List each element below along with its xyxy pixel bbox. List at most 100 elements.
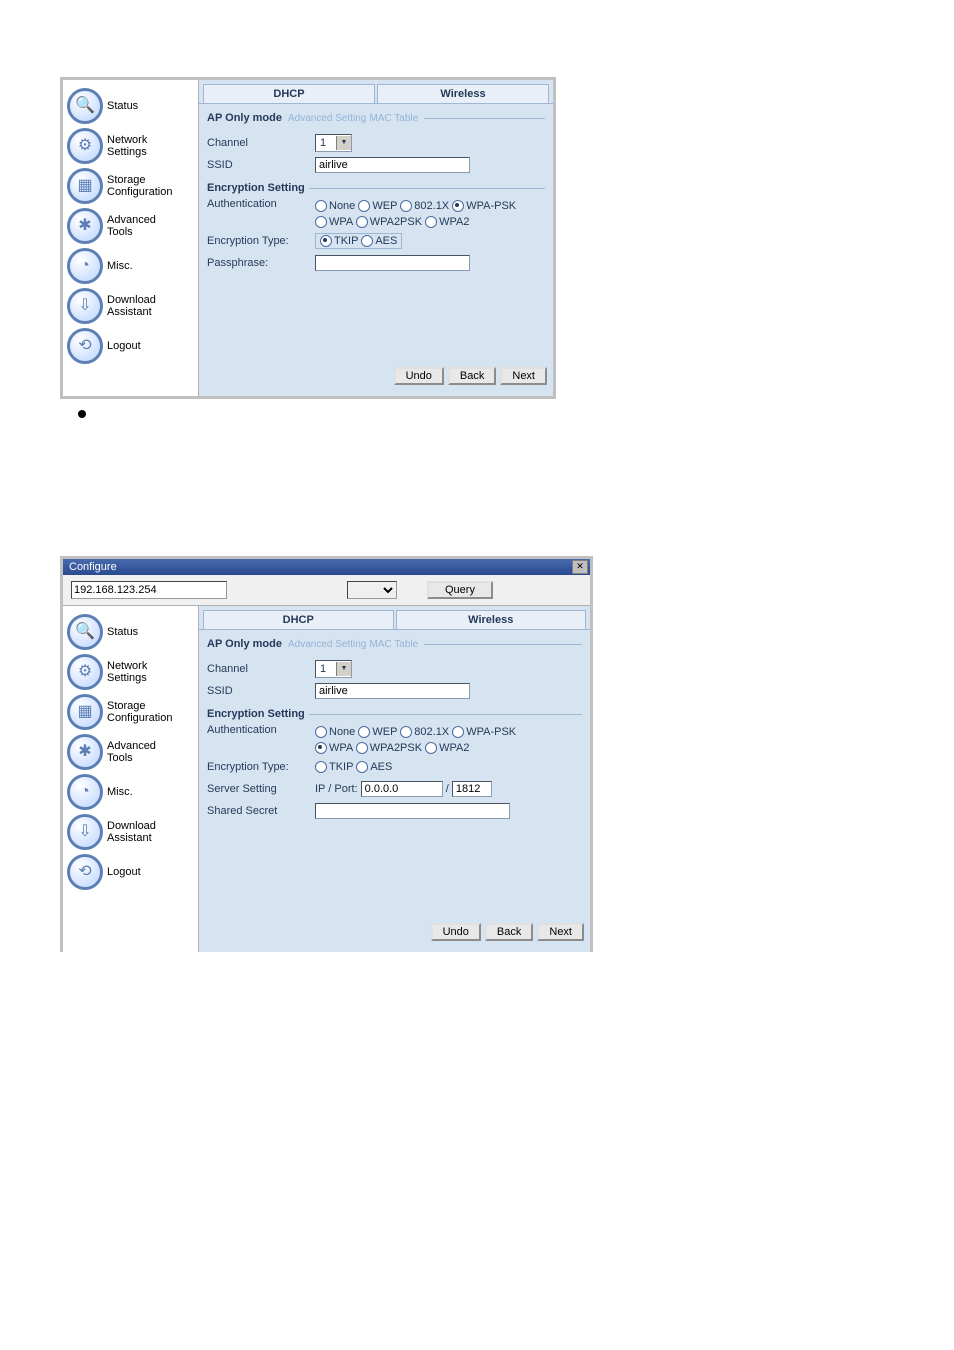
query-bar: Query xyxy=(63,575,590,605)
tab-dhcp[interactable]: DHCP xyxy=(203,610,394,629)
tab-dhcp[interactable]: DHCP xyxy=(203,84,375,103)
storage-icon: ▦ xyxy=(77,704,92,720)
passphrase-input[interactable] xyxy=(315,255,470,271)
radio-wpa[interactable] xyxy=(315,216,327,228)
shared-secret-input[interactable] xyxy=(315,803,510,819)
sidebar-item-logout[interactable]: ⟲ Logout xyxy=(63,852,198,892)
sidebar-item-status[interactable]: 🔍 Status xyxy=(63,86,198,126)
sidebar-item-advanced[interactable]: ✱ Advanced Tools xyxy=(63,732,198,772)
sidebar-item-network[interactable]: ⚙ Network Settings xyxy=(63,126,198,166)
router-panel-2: Configure ✕ Query 🔍 Status ⚙ Network Set… xyxy=(60,556,593,952)
sidebar-item-label: Network Settings xyxy=(107,134,147,158)
encryption-title: Encryption Setting xyxy=(207,182,305,194)
radio-8021x[interactable] xyxy=(400,726,412,738)
sidebar-item-label: Status xyxy=(107,626,138,638)
server-setting-label: Server Setting xyxy=(207,783,307,795)
radio-aes[interactable] xyxy=(361,235,373,247)
undo-button[interactable]: Undo xyxy=(431,923,481,941)
network-icon: ⚙ xyxy=(78,664,92,680)
misc-icon: ◔ xyxy=(80,784,90,800)
enctype-label: Encryption Type: xyxy=(207,235,307,247)
server-ip-input[interactable] xyxy=(361,781,443,797)
radio-wpa[interactable] xyxy=(315,742,327,754)
sidebar-item-download[interactable]: ⇩ Download Assistant xyxy=(63,286,198,326)
bullet-icon xyxy=(78,410,86,418)
sidebar: 🔍 Status ⚙ Network Settings ▦ Storage Co… xyxy=(63,80,198,396)
sidebar-item-label: Network Settings xyxy=(107,660,147,684)
radio-wpa2[interactable] xyxy=(425,216,437,228)
next-button[interactable]: Next xyxy=(537,923,584,941)
sidebar: 🔍 Status ⚙ Network Settings ▦ Storage Co… xyxy=(63,606,198,952)
sidebar-item-storage[interactable]: ▦ Storage Configuration xyxy=(63,692,198,732)
radio-none[interactable] xyxy=(315,726,327,738)
sidebar-item-label: Storage Configuration xyxy=(107,174,172,198)
tab-wireless[interactable]: Wireless xyxy=(377,84,549,103)
ipport-sep: / xyxy=(446,783,449,795)
radio-wpa2[interactable] xyxy=(425,742,437,754)
window-title: Configure xyxy=(65,561,117,573)
close-button[interactable]: ✕ xyxy=(572,560,588,574)
mode-label: AP Only mode xyxy=(207,112,282,124)
link-mac-table[interactable]: MAC Table xyxy=(369,639,418,650)
sidebar-item-misc[interactable]: ◔ Misc. xyxy=(63,246,198,286)
link-mac-table[interactable]: MAC Table xyxy=(369,113,418,124)
query-button[interactable]: Query xyxy=(427,581,493,599)
ssid-label: SSID xyxy=(207,159,307,171)
logout-icon: ⟲ xyxy=(78,864,91,880)
server-port-input[interactable] xyxy=(452,781,492,797)
sidebar-item-misc[interactable]: ◔ Misc. xyxy=(63,772,198,812)
channel-select[interactable]: 1 ▼ xyxy=(315,134,352,152)
sidebar-item-status[interactable]: 🔍 Status xyxy=(63,612,198,652)
sidebar-item-download[interactable]: ⇩ Download Assistant xyxy=(63,812,198,852)
ip-input[interactable] xyxy=(71,581,227,599)
misc-icon: ◔ xyxy=(80,258,90,274)
ssid-input[interactable] xyxy=(315,683,470,699)
sidebar-item-advanced[interactable]: ✱ Advanced Tools xyxy=(63,206,198,246)
status-icon: 🔍 xyxy=(75,98,95,114)
radio-wpapsk[interactable] xyxy=(452,200,464,212)
radio-aes[interactable] xyxy=(356,761,368,773)
undo-button[interactable]: Undo xyxy=(394,367,444,385)
channel-value: 1 xyxy=(316,663,336,675)
radio-wep[interactable] xyxy=(358,200,370,212)
radio-8021x[interactable] xyxy=(400,200,412,212)
status-icon: 🔍 xyxy=(75,624,95,640)
ssid-input[interactable] xyxy=(315,157,470,173)
sidebar-item-label: Misc. xyxy=(107,260,133,272)
sidebar-item-label: Logout xyxy=(107,340,141,352)
auth-label: Authentication xyxy=(207,724,307,736)
mode-label: AP Only mode xyxy=(207,638,282,650)
auth-label: Authentication xyxy=(207,198,307,210)
query-select[interactable] xyxy=(347,581,397,599)
content-area: DHCP Wireless AP Only mode Advanced Sett… xyxy=(198,606,590,952)
radio-wpa2psk[interactable] xyxy=(356,216,368,228)
titlebar: Configure ✕ xyxy=(63,559,590,575)
radio-tkip[interactable] xyxy=(320,235,332,247)
back-button[interactable]: Back xyxy=(448,367,496,385)
storage-icon: ▦ xyxy=(77,178,92,194)
radio-tkip[interactable] xyxy=(315,761,327,773)
radio-wpapsk[interactable] xyxy=(452,726,464,738)
radio-wpa2psk[interactable] xyxy=(356,742,368,754)
tab-wireless[interactable]: Wireless xyxy=(396,610,587,629)
back-button[interactable]: Back xyxy=(485,923,533,941)
sidebar-item-network[interactable]: ⚙ Network Settings xyxy=(63,652,198,692)
tools-icon: ✱ xyxy=(78,744,91,760)
sidebar-item-label: Advanced Tools xyxy=(107,740,156,764)
link-advanced-setting[interactable]: Advanced Setting xyxy=(288,639,366,650)
sidebar-item-label: Status xyxy=(107,100,138,112)
next-button[interactable]: Next xyxy=(500,367,547,385)
encryption-title: Encryption Setting xyxy=(207,708,305,720)
network-icon: ⚙ xyxy=(78,138,92,154)
link-advanced-setting[interactable]: Advanced Setting xyxy=(288,113,366,124)
sidebar-item-label: Logout xyxy=(107,866,141,878)
radio-none[interactable] xyxy=(315,200,327,212)
download-icon: ⇩ xyxy=(78,824,91,840)
sidebar-item-storage[interactable]: ▦ Storage Configuration xyxy=(63,166,198,206)
sidebar-item-label: Download Assistant xyxy=(107,294,156,318)
sidebar-item-label: Download Assistant xyxy=(107,820,156,844)
sidebar-item-logout[interactable]: ⟲ Logout xyxy=(63,326,198,366)
channel-select[interactable]: 1 ▼ xyxy=(315,660,352,678)
radio-wep[interactable] xyxy=(358,726,370,738)
enctype-label: Encryption Type: xyxy=(207,761,307,773)
